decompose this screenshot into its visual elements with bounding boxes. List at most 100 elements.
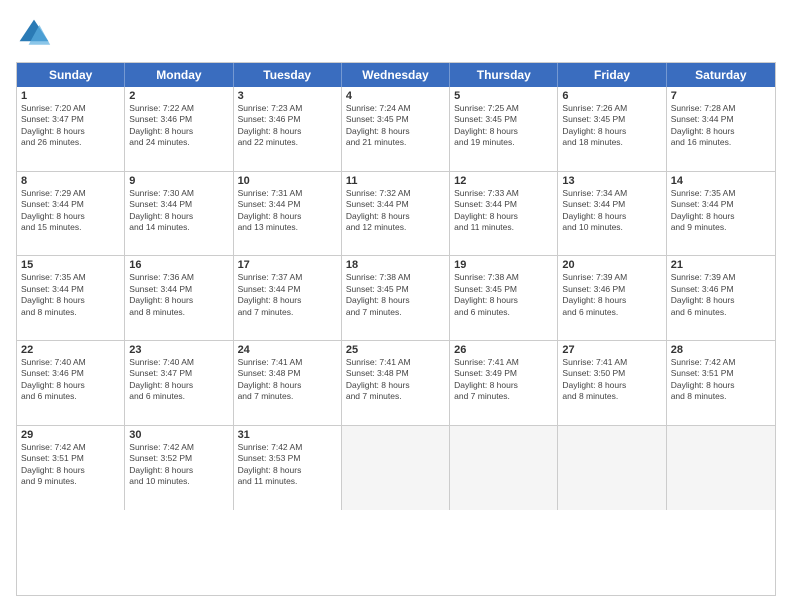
weekday-header: Monday xyxy=(125,63,233,87)
cell-info: Sunrise: 7:25 AM Sunset: 3:45 PM Dayligh… xyxy=(454,103,553,149)
calendar-cell: 11Sunrise: 7:32 AM Sunset: 3:44 PM Dayli… xyxy=(342,172,450,256)
cell-info: Sunrise: 7:38 AM Sunset: 3:45 PM Dayligh… xyxy=(346,272,445,318)
cell-info: Sunrise: 7:24 AM Sunset: 3:45 PM Dayligh… xyxy=(346,103,445,149)
cell-info: Sunrise: 7:42 AM Sunset: 3:53 PM Dayligh… xyxy=(238,442,337,488)
day-number: 31 xyxy=(238,429,337,441)
cell-info: Sunrise: 7:41 AM Sunset: 3:49 PM Dayligh… xyxy=(454,357,553,403)
calendar-cell: 5Sunrise: 7:25 AM Sunset: 3:45 PM Daylig… xyxy=(450,87,558,171)
day-number: 3 xyxy=(238,90,337,102)
cell-info: Sunrise: 7:42 AM Sunset: 3:51 PM Dayligh… xyxy=(671,357,771,403)
calendar-body: 1Sunrise: 7:20 AM Sunset: 3:47 PM Daylig… xyxy=(17,87,775,595)
day-number: 20 xyxy=(562,259,661,271)
calendar-cell: 3Sunrise: 7:23 AM Sunset: 3:46 PM Daylig… xyxy=(234,87,342,171)
calendar-cell xyxy=(450,426,558,511)
calendar-cell: 21Sunrise: 7:39 AM Sunset: 3:46 PM Dayli… xyxy=(667,256,775,340)
logo xyxy=(16,16,56,52)
cell-info: Sunrise: 7:26 AM Sunset: 3:45 PM Dayligh… xyxy=(562,103,661,149)
day-number: 1 xyxy=(21,90,120,102)
cell-info: Sunrise: 7:42 AM Sunset: 3:52 PM Dayligh… xyxy=(129,442,228,488)
cell-info: Sunrise: 7:20 AM Sunset: 3:47 PM Dayligh… xyxy=(21,103,120,149)
calendar-week: 8Sunrise: 7:29 AM Sunset: 3:44 PM Daylig… xyxy=(17,172,775,257)
calendar-cell: 27Sunrise: 7:41 AM Sunset: 3:50 PM Dayli… xyxy=(558,341,666,425)
calendar-cell: 1Sunrise: 7:20 AM Sunset: 3:47 PM Daylig… xyxy=(17,87,125,171)
logo-icon xyxy=(16,16,52,52)
calendar-cell xyxy=(667,426,775,511)
day-number: 27 xyxy=(562,344,661,356)
calendar-cell: 26Sunrise: 7:41 AM Sunset: 3:49 PM Dayli… xyxy=(450,341,558,425)
calendar-week: 1Sunrise: 7:20 AM Sunset: 3:47 PM Daylig… xyxy=(17,87,775,172)
cell-info: Sunrise: 7:40 AM Sunset: 3:46 PM Dayligh… xyxy=(21,357,120,403)
calendar-cell: 7Sunrise: 7:28 AM Sunset: 3:44 PM Daylig… xyxy=(667,87,775,171)
calendar-cell: 22Sunrise: 7:40 AM Sunset: 3:46 PM Dayli… xyxy=(17,341,125,425)
calendar-header: SundayMondayTuesdayWednesdayThursdayFrid… xyxy=(17,63,775,87)
day-number: 25 xyxy=(346,344,445,356)
day-number: 15 xyxy=(21,259,120,271)
day-number: 29 xyxy=(21,429,120,441)
cell-info: Sunrise: 7:35 AM Sunset: 3:44 PM Dayligh… xyxy=(21,272,120,318)
day-number: 17 xyxy=(238,259,337,271)
cell-info: Sunrise: 7:29 AM Sunset: 3:44 PM Dayligh… xyxy=(21,188,120,234)
day-number: 19 xyxy=(454,259,553,271)
day-number: 7 xyxy=(671,90,771,102)
calendar-cell: 9Sunrise: 7:30 AM Sunset: 3:44 PM Daylig… xyxy=(125,172,233,256)
calendar-cell: 14Sunrise: 7:35 AM Sunset: 3:44 PM Dayli… xyxy=(667,172,775,256)
calendar-cell: 15Sunrise: 7:35 AM Sunset: 3:44 PM Dayli… xyxy=(17,256,125,340)
weekday-header: Sunday xyxy=(17,63,125,87)
day-number: 5 xyxy=(454,90,553,102)
cell-info: Sunrise: 7:38 AM Sunset: 3:45 PM Dayligh… xyxy=(454,272,553,318)
cell-info: Sunrise: 7:40 AM Sunset: 3:47 PM Dayligh… xyxy=(129,357,228,403)
calendar-cell: 24Sunrise: 7:41 AM Sunset: 3:48 PM Dayli… xyxy=(234,341,342,425)
cell-info: Sunrise: 7:28 AM Sunset: 3:44 PM Dayligh… xyxy=(671,103,771,149)
cell-info: Sunrise: 7:41 AM Sunset: 3:50 PM Dayligh… xyxy=(562,357,661,403)
calendar-week: 15Sunrise: 7:35 AM Sunset: 3:44 PM Dayli… xyxy=(17,256,775,341)
page: SundayMondayTuesdayWednesdayThursdayFrid… xyxy=(0,0,792,612)
calendar-cell: 31Sunrise: 7:42 AM Sunset: 3:53 PM Dayli… xyxy=(234,426,342,511)
calendar-cell: 13Sunrise: 7:34 AM Sunset: 3:44 PM Dayli… xyxy=(558,172,666,256)
day-number: 10 xyxy=(238,175,337,187)
cell-info: Sunrise: 7:23 AM Sunset: 3:46 PM Dayligh… xyxy=(238,103,337,149)
calendar-cell: 18Sunrise: 7:38 AM Sunset: 3:45 PM Dayli… xyxy=(342,256,450,340)
day-number: 8 xyxy=(21,175,120,187)
day-number: 18 xyxy=(346,259,445,271)
day-number: 6 xyxy=(562,90,661,102)
calendar-week: 29Sunrise: 7:42 AM Sunset: 3:51 PM Dayli… xyxy=(17,426,775,511)
calendar-cell: 30Sunrise: 7:42 AM Sunset: 3:52 PM Dayli… xyxy=(125,426,233,511)
weekday-header: Friday xyxy=(558,63,666,87)
calendar-cell: 6Sunrise: 7:26 AM Sunset: 3:45 PM Daylig… xyxy=(558,87,666,171)
calendar-cell: 2Sunrise: 7:22 AM Sunset: 3:46 PM Daylig… xyxy=(125,87,233,171)
calendar-cell xyxy=(558,426,666,511)
day-number: 23 xyxy=(129,344,228,356)
calendar-cell xyxy=(342,426,450,511)
cell-info: Sunrise: 7:39 AM Sunset: 3:46 PM Dayligh… xyxy=(671,272,771,318)
weekday-header: Thursday xyxy=(450,63,558,87)
calendar-cell: 25Sunrise: 7:41 AM Sunset: 3:48 PM Dayli… xyxy=(342,341,450,425)
cell-info: Sunrise: 7:35 AM Sunset: 3:44 PM Dayligh… xyxy=(671,188,771,234)
day-number: 13 xyxy=(562,175,661,187)
weekday-header: Tuesday xyxy=(234,63,342,87)
cell-info: Sunrise: 7:30 AM Sunset: 3:44 PM Dayligh… xyxy=(129,188,228,234)
calendar-cell: 10Sunrise: 7:31 AM Sunset: 3:44 PM Dayli… xyxy=(234,172,342,256)
cell-info: Sunrise: 7:22 AM Sunset: 3:46 PM Dayligh… xyxy=(129,103,228,149)
weekday-header: Wednesday xyxy=(342,63,450,87)
day-number: 21 xyxy=(671,259,771,271)
header xyxy=(16,16,776,52)
calendar-cell: 23Sunrise: 7:40 AM Sunset: 3:47 PM Dayli… xyxy=(125,341,233,425)
day-number: 11 xyxy=(346,175,445,187)
cell-info: Sunrise: 7:41 AM Sunset: 3:48 PM Dayligh… xyxy=(346,357,445,403)
day-number: 9 xyxy=(129,175,228,187)
day-number: 4 xyxy=(346,90,445,102)
weekday-header: Saturday xyxy=(667,63,775,87)
calendar-cell: 8Sunrise: 7:29 AM Sunset: 3:44 PM Daylig… xyxy=(17,172,125,256)
calendar-cell: 16Sunrise: 7:36 AM Sunset: 3:44 PM Dayli… xyxy=(125,256,233,340)
cell-info: Sunrise: 7:32 AM Sunset: 3:44 PM Dayligh… xyxy=(346,188,445,234)
cell-info: Sunrise: 7:34 AM Sunset: 3:44 PM Dayligh… xyxy=(562,188,661,234)
calendar-cell: 12Sunrise: 7:33 AM Sunset: 3:44 PM Dayli… xyxy=(450,172,558,256)
day-number: 22 xyxy=(21,344,120,356)
day-number: 14 xyxy=(671,175,771,187)
day-number: 2 xyxy=(129,90,228,102)
day-number: 30 xyxy=(129,429,228,441)
calendar-cell: 29Sunrise: 7:42 AM Sunset: 3:51 PM Dayli… xyxy=(17,426,125,511)
day-number: 26 xyxy=(454,344,553,356)
calendar-cell: 4Sunrise: 7:24 AM Sunset: 3:45 PM Daylig… xyxy=(342,87,450,171)
cell-info: Sunrise: 7:39 AM Sunset: 3:46 PM Dayligh… xyxy=(562,272,661,318)
